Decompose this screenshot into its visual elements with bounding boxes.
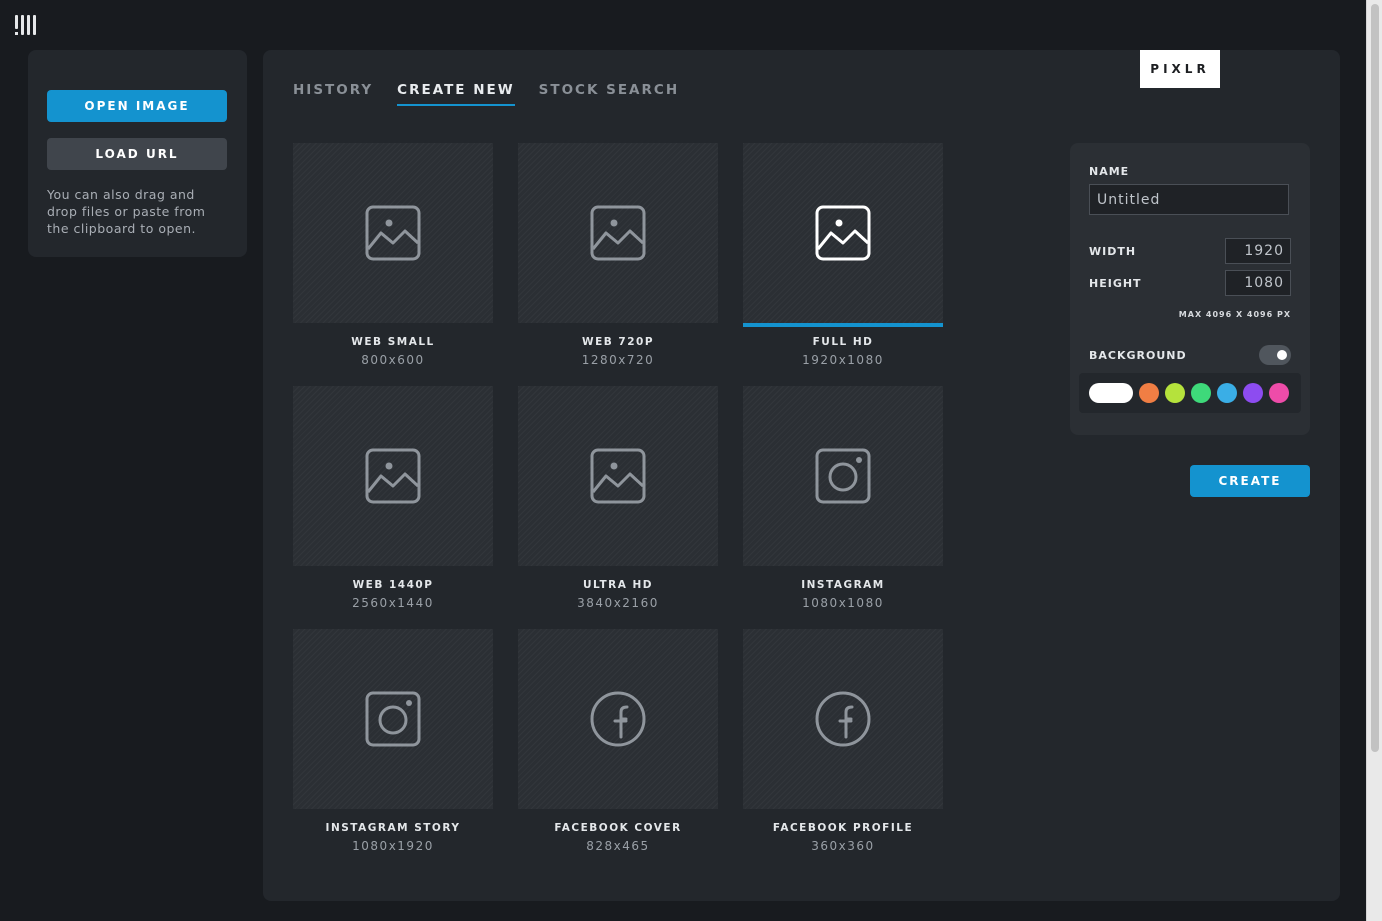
- preset-title: ULTRA HD: [582, 579, 653, 591]
- preset-thumbnail: [518, 143, 718, 323]
- preset-thumbnail: [743, 629, 943, 809]
- width-row: WIDTH: [1089, 238, 1291, 264]
- image-icon: [590, 448, 646, 504]
- menu-icon-bar: [33, 15, 36, 35]
- preset-thumbnail: [293, 386, 493, 566]
- name-label: NAME: [1089, 165, 1130, 178]
- swatch-blue[interactable]: [1217, 383, 1237, 403]
- open-panel: OPEN IMAGE LOAD URL You can also drag an…: [28, 50, 247, 257]
- preset-thumbnail: [518, 386, 718, 566]
- preset-title: FULL HD: [812, 336, 874, 348]
- swatch-green[interactable]: [1191, 383, 1211, 403]
- preset-size: 1920x1080: [802, 353, 884, 367]
- pixlr-logo: PIXLR: [1140, 50, 1220, 88]
- preset-full-hd[interactable]: FULL HD 1920x1080: [743, 143, 943, 367]
- preset-facebook-cover[interactable]: FACEBOOK COVER 828x465: [518, 629, 718, 853]
- swatch-orange[interactable]: [1139, 383, 1159, 403]
- swatch-white[interactable]: [1089, 383, 1133, 403]
- preset-web-1440p[interactable]: WEB 1440P 2560x1440: [293, 386, 493, 610]
- preset-size: 1080x1080: [802, 596, 884, 610]
- width-label: WIDTH: [1089, 244, 1137, 258]
- image-icon: [365, 205, 421, 261]
- height-row: HEIGHT: [1089, 270, 1291, 296]
- background-row: BACKGROUND: [1089, 345, 1291, 365]
- create-button[interactable]: CREATE: [1190, 465, 1310, 497]
- background-swatches: [1079, 373, 1301, 413]
- tab-bar: HISTORY CREATE NEW STOCK SEARCH: [293, 82, 679, 106]
- background-toggle[interactable]: [1259, 345, 1291, 365]
- preset-facebook-profile[interactable]: FACEBOOK PROFILE 360x360: [743, 629, 943, 853]
- preset-instagram-story[interactable]: INSTAGRAM STORY 1080x1920: [293, 629, 493, 853]
- preset-title: FACEBOOK COVER: [554, 822, 682, 834]
- image-icon: [590, 205, 646, 261]
- preset-title: WEB 1440P: [352, 579, 434, 591]
- tab-stock-search[interactable]: STOCK SEARCH: [539, 82, 679, 106]
- swatch-lime[interactable]: [1165, 383, 1185, 403]
- instagram-icon: [365, 691, 421, 747]
- instagram-icon: [815, 448, 871, 504]
- open-image-button[interactable]: OPEN IMAGE: [47, 90, 227, 122]
- preset-size: 1080x1920: [352, 839, 434, 853]
- preset-grid: WEB SMALL 800x600 WEB 720P 1280x720 FULL…: [293, 143, 943, 853]
- preset-title: WEB 720P: [581, 336, 655, 348]
- page-scrollbar[interactable]: [1366, 0, 1382, 921]
- background-label: BACKGROUND: [1089, 348, 1187, 362]
- scrollbar-thumb[interactable]: [1371, 4, 1379, 752]
- drag-drop-hint: You can also drag and drop files or past…: [47, 187, 206, 236]
- preset-web-720p[interactable]: WEB 720P 1280x720: [518, 143, 718, 367]
- facebook-icon: [815, 691, 871, 747]
- preset-title: INSTAGRAM: [801, 579, 885, 591]
- tab-create-new[interactable]: CREATE NEW: [397, 82, 515, 106]
- preset-thumbnail: [293, 629, 493, 809]
- preset-size: 1280x720: [581, 353, 655, 367]
- preset-thumbnail: [743, 143, 943, 327]
- preset-thumbnail: [743, 386, 943, 566]
- name-input[interactable]: [1089, 184, 1289, 215]
- top-bar: [0, 0, 1366, 48]
- height-input[interactable]: [1225, 270, 1291, 296]
- load-url-button[interactable]: LOAD URL: [47, 138, 227, 170]
- preset-thumbnail: [293, 143, 493, 323]
- menu-icon-bar: [15, 15, 18, 29]
- canvas-settings-panel: NAME WIDTH HEIGHT MAX 4096 X 4096 PX BAC…: [1070, 143, 1310, 435]
- facebook-icon: [590, 691, 646, 747]
- preset-size: 360x360: [811, 839, 875, 853]
- preset-ultra-hd[interactable]: ULTRA HD 3840x2160: [518, 386, 718, 610]
- menu-icon[interactable]: [15, 15, 39, 35]
- toggle-knob: [1277, 350, 1287, 360]
- width-input[interactable]: [1225, 238, 1291, 264]
- menu-icon-dot: [15, 32, 18, 35]
- preset-size: 828x465: [586, 839, 650, 853]
- preset-thumbnail: [518, 629, 718, 809]
- swatch-pink[interactable]: [1269, 383, 1289, 403]
- preset-size: 2560x1440: [352, 596, 434, 610]
- image-icon: [815, 205, 871, 261]
- main-panel: PIXLR HISTORY CREATE NEW STOCK SEARCH WE…: [263, 50, 1340, 901]
- swatch-purple[interactable]: [1243, 383, 1263, 403]
- image-icon: [365, 448, 421, 504]
- preset-web-small[interactable]: WEB SMALL 800x600: [293, 143, 493, 367]
- preset-instagram[interactable]: INSTAGRAM 1080x1080: [743, 386, 943, 610]
- preset-title: FACEBOOK PROFILE: [772, 822, 914, 834]
- preset-size: 800x600: [361, 353, 425, 367]
- preset-title: INSTAGRAM STORY: [325, 822, 461, 834]
- preset-title: WEB SMALL: [351, 336, 435, 348]
- max-size-note: MAX 4096 X 4096 PX: [1178, 310, 1291, 319]
- menu-icon-bar: [27, 15, 30, 35]
- height-label: HEIGHT: [1089, 276, 1142, 290]
- tab-history[interactable]: HISTORY: [293, 82, 373, 106]
- menu-icon-bar: [21, 15, 24, 35]
- preset-size: 3840x2160: [577, 596, 659, 610]
